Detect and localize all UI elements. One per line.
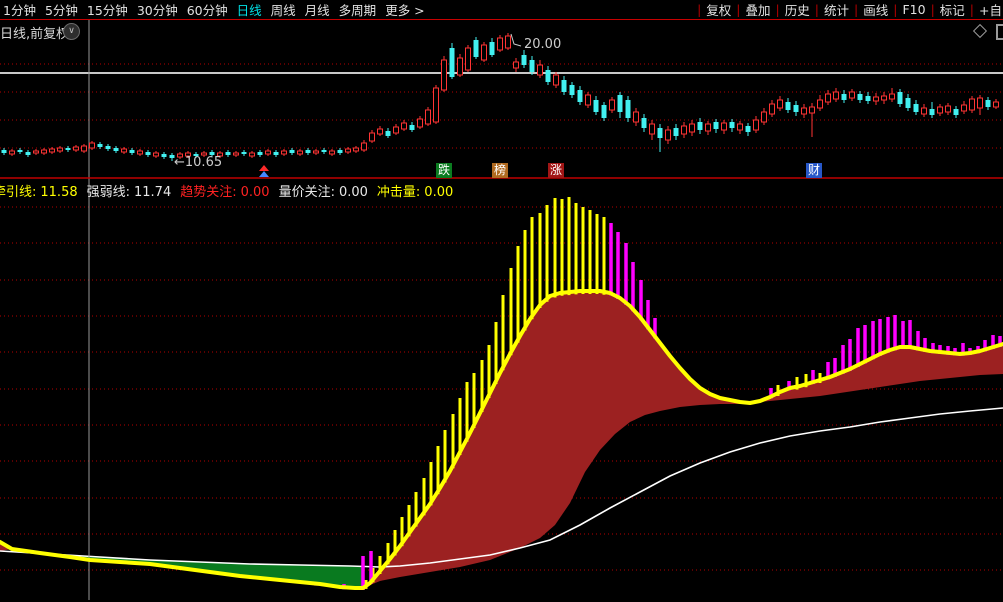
- indicator-label-1: 强弱线:: [87, 185, 130, 200]
- price-annotation-0: 20.00: [524, 37, 561, 52]
- tools-menu: | 复权 | 叠加 | 历史 | 统计 | 画线 | F10 | 标记 | +自: [692, 0, 1003, 19]
- chart-canvas: [0, 0, 1003, 602]
- top-menu-bar: 1分钟 5分钟 15分钟 30分钟 60分钟日线周线月线多周期更多 > | 复权 | 叠加 | 历…: [0, 0, 1003, 20]
- menu-item-period-2[interactable]: 15分钟: [87, 0, 128, 19]
- menu-item-period-0[interactable]: 1分钟: [3, 0, 36, 19]
- badge-1[interactable]: 榜: [492, 163, 508, 178]
- period-menu: 1分钟 5分钟 15分钟 30分钟 60分钟日线周线月线多周期更多 >: [0, 0, 425, 19]
- menu-item-period-5[interactable]: 日线: [237, 0, 262, 19]
- menu-item-period-6[interactable]: 周线: [271, 0, 296, 19]
- menu-item-period-8[interactable]: 多周期: [339, 0, 377, 19]
- menu-item-tool-4[interactable]: 画线: [863, 0, 888, 19]
- indicator-value-4: 0.00: [424, 185, 453, 200]
- menu-item-tool-7[interactable]: +自: [979, 0, 1002, 19]
- indicator-value-1: 11.74: [134, 185, 171, 200]
- indicator-label-0: 牵引线:: [0, 185, 36, 200]
- menu-separator: |: [697, 2, 701, 17]
- menu-item-tool-2[interactable]: 历史: [785, 0, 810, 19]
- price-annotation-1: ←10.65: [174, 155, 222, 170]
- indicator-value-2: 0.00: [241, 185, 270, 200]
- indicator-label-3: 量价关注:: [279, 185, 335, 200]
- menu-separator: |: [931, 2, 935, 17]
- menu-separator: |: [776, 2, 780, 17]
- menu-item-tool-6[interactable]: 标记: [940, 0, 965, 19]
- menu-separator: |: [815, 2, 819, 17]
- indicator-value-row: 牵引线:11.58强弱线:11.74趋势关注:0.00量价关注:0.00冲击量:…: [0, 181, 462, 196]
- badge-0[interactable]: 跌: [436, 163, 452, 178]
- menu-item-period-9[interactable]: 更多 >: [385, 0, 424, 19]
- menu-item-tool-5[interactable]: F10: [902, 2, 925, 17]
- menu-separator: |: [893, 2, 897, 17]
- badge-2[interactable]: 涨: [548, 163, 564, 178]
- indicator-value-3: 0.00: [339, 185, 368, 200]
- trading-app-window: 1分钟 5分钟 15分钟 30分钟 60分钟日线周线月线多周期更多 > | 复权 | 叠加 | 历…: [0, 0, 1003, 602]
- chevron-down-icon[interactable]: ∨: [63, 23, 80, 40]
- indicator-label-4: 冲击量:: [377, 185, 420, 200]
- menu-item-tool-1[interactable]: 叠加: [746, 0, 771, 19]
- menu-separator: |: [736, 2, 740, 17]
- menu-item-period-3[interactable]: 30分钟: [137, 0, 178, 19]
- menu-item-tool-3[interactable]: 统计: [824, 0, 849, 19]
- menu-separator: |: [970, 2, 974, 17]
- indicator-value-0: 11.58: [40, 185, 77, 200]
- menu-separator: |: [854, 2, 858, 17]
- indicator-label-2: 趋势关注:: [180, 185, 236, 200]
- menu-item-period-1[interactable]: 5分钟: [45, 0, 78, 19]
- menu-item-period-7[interactable]: 月线: [305, 0, 330, 19]
- badge-3[interactable]: 财: [806, 163, 822, 178]
- menu-item-period-4[interactable]: 60分钟: [187, 0, 228, 19]
- menu-item-tool-0[interactable]: 复权: [706, 0, 731, 19]
- square-icon[interactable]: [996, 24, 1003, 40]
